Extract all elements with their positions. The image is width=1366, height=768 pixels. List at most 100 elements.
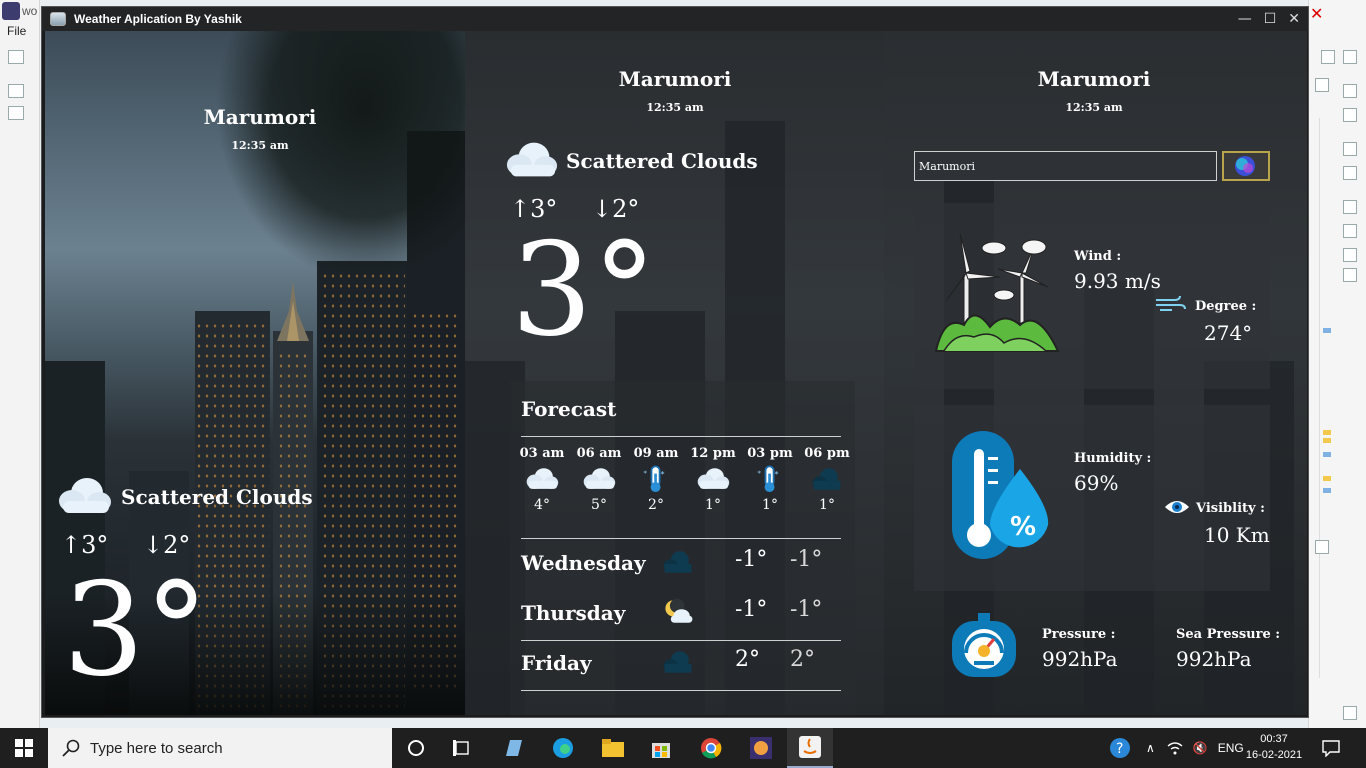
pressure-value: 992hPa <box>1042 647 1118 671</box>
taskbar-app[interactable] <box>590 728 636 768</box>
hourly-time: 06 am <box>576 446 622 461</box>
perspective-icon[interactable] <box>1321 50 1335 64</box>
taskbar-search-box[interactable]: Type here to search <box>48 728 392 768</box>
hourly-time: 09 am <box>633 446 679 461</box>
wind-label: Wind : <box>1074 249 1122 264</box>
globe-icon <box>1235 156 1255 176</box>
moon-cloud-icon <box>665 598 693 623</box>
dark-cloud-icon <box>812 468 841 490</box>
search-button[interactable] <box>1222 151 1270 181</box>
store-icon <box>652 743 670 758</box>
help-icon[interactable]: ? <box>1108 736 1132 760</box>
outline-icon[interactable] <box>1343 84 1357 98</box>
pressure-gauge-icon <box>952 613 1016 677</box>
taskbar-clock[interactable]: 00:37 16-02-2021 <box>1244 731 1304 763</box>
current-temperature: 3° <box>511 216 657 365</box>
day-name: Thursday <box>521 601 626 625</box>
ide-menu-file[interactable]: File <box>7 24 26 38</box>
clock-date: 16-02-2021 <box>1245 749 1303 761</box>
java-perspective-icon[interactable] <box>1343 50 1357 64</box>
wind-card: Wind : 9.93 m/s Degree : 274° <box>914 203 1270 389</box>
cortana-button[interactable] <box>393 728 439 768</box>
sea-pressure-value: 992hPa <box>1176 647 1252 671</box>
volume-icon[interactable]: 🔇 <box>1193 741 1208 755</box>
wind-value: 9.93 m/s <box>1074 269 1161 293</box>
taskbar-app[interactable] <box>540 728 586 768</box>
city-search-input[interactable] <box>914 151 1217 181</box>
hourly-item: 03 am 4° <box>516 446 568 513</box>
task-view-icon <box>453 740 469 756</box>
hourly-item: 09 am * * 2° <box>630 446 682 513</box>
taskbar-app-java-active[interactable] <box>787 728 833 768</box>
maximize-view-icon[interactable] <box>1315 540 1329 554</box>
hourly-item: 06 pm 1° <box>801 446 853 513</box>
cloud-icon <box>583 468 616 489</box>
hourly-temp: 1° <box>819 497 835 513</box>
taskbar-app[interactable] <box>490 728 536 768</box>
thermometer-cold-icon: ** <box>643 465 665 493</box>
city-name: Marumori <box>618 67 732 91</box>
forecast-title: Forecast <box>521 397 617 421</box>
download-icon[interactable] <box>1343 248 1357 262</box>
taskbar-app[interactable] <box>688 728 734 768</box>
marker <box>1323 476 1331 481</box>
hourly-temp: 4° <box>534 497 550 513</box>
thermometer-cold-icon: ** <box>757 465 779 493</box>
lightbulb-icon[interactable] <box>1343 706 1357 720</box>
tree-foliage <box>215 31 465 281</box>
day-low-temp: -1° <box>790 547 823 572</box>
hourly-temp: 2° <box>648 497 664 513</box>
windows-logo-icon <box>15 739 33 757</box>
close-button[interactable]: ✕ <box>1288 11 1300 27</box>
wifi-icon[interactable] <box>1167 741 1183 755</box>
eye-icon <box>1165 501 1189 513</box>
maximize-button[interactable]: ☐ <box>1264 11 1277 27</box>
svg-text:*: * <box>643 468 647 477</box>
restore-view-icon[interactable] <box>1343 200 1357 214</box>
day-name: Friday <box>521 651 592 675</box>
hourly-time: 06 pm <box>804 446 850 461</box>
hourly-temp: 1° <box>762 497 778 513</box>
spire-icon <box>277 281 309 341</box>
marker <box>1323 488 1331 493</box>
taskbar-app[interactable] <box>638 728 684 768</box>
maximize-view-icon[interactable] <box>1315 78 1329 92</box>
day-high-temp: -1° <box>735 547 768 572</box>
windows-taskbar: Type here to search ? ∧ 🔇 ENG 00:37 16-0… <box>0 728 1366 768</box>
restore-view-icon[interactable] <box>8 84 24 98</box>
git-icon[interactable] <box>8 106 24 120</box>
taskbar-app[interactable] <box>738 728 784 768</box>
left-panel: Marumori 12:35 am Scattered Clouds ↑3° ↓… <box>45 31 465 715</box>
low-temp: ↓2° <box>143 531 191 559</box>
ide-scrollbar[interactable] <box>1319 118 1329 678</box>
marker <box>1323 430 1331 435</box>
hourly-temp: 1° <box>705 497 721 513</box>
cloud-icon <box>59 478 111 513</box>
new-file-icon[interactable] <box>8 50 24 64</box>
day-high-temp: -1° <box>735 597 768 622</box>
console-icon[interactable] <box>1343 224 1357 238</box>
task-list-icon[interactable] <box>1343 108 1357 122</box>
hourly-time: 03 pm <box>747 446 793 461</box>
wind-turbine-icon <box>934 233 1060 352</box>
start-button[interactable] <box>0 728 48 768</box>
language-indicator[interactable]: ENG <box>1218 741 1244 755</box>
svg-text:*: * <box>757 468 761 477</box>
hierarchy-icon[interactable] <box>1343 166 1357 180</box>
marker <box>1323 328 1331 333</box>
minimize-button[interactable]: — <box>1238 11 1252 27</box>
day-name: Wednesday <box>521 551 646 575</box>
notes-icon[interactable] <box>1343 268 1357 282</box>
edge-browser-icon <box>553 738 573 758</box>
local-time: 12:35 am <box>231 139 289 152</box>
window-titlebar[interactable]: Weather Aplication By Yashik — ☐ ✕ <box>42 7 1308 31</box>
chevron-up-icon[interactable]: ∧ <box>1146 741 1155 755</box>
window-title: Weather Aplication By Yashik <box>74 12 242 26</box>
dark-cloud-icon <box>663 551 692 573</box>
cloud-icon <box>526 468 559 489</box>
notifications-button[interactable] <box>1322 728 1340 768</box>
task-view-button[interactable] <box>439 728 485 768</box>
weather-app-window: Weather Aplication By Yashik — ☐ ✕ Marum… <box>41 6 1309 718</box>
restore-view-icon[interactable] <box>1343 142 1357 156</box>
ide-close-icon[interactable]: ✕ <box>1310 4 1323 23</box>
